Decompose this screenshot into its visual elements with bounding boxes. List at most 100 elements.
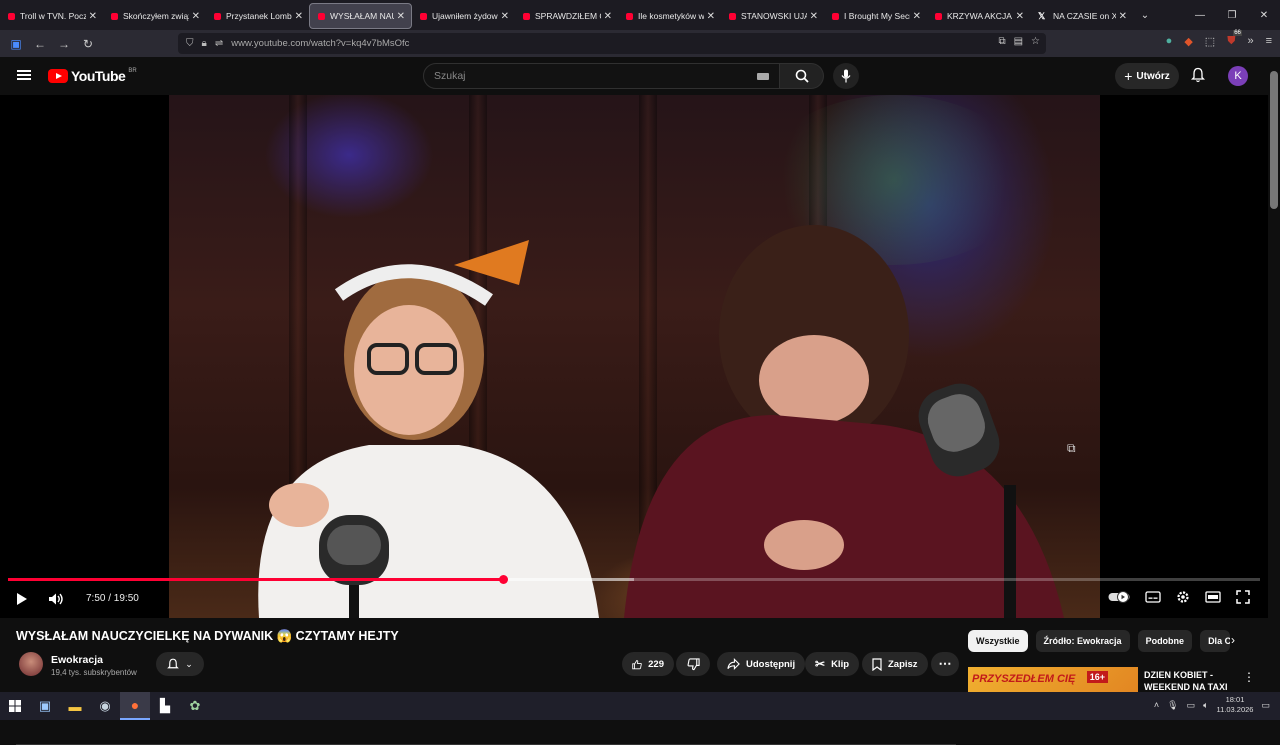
play-icon[interactable] xyxy=(16,592,28,606)
tab-list-dropdown-icon[interactable]: ⌄ xyxy=(1133,10,1157,21)
video-player[interactable]: ⧉ 7:50 / 19:50 xyxy=(0,95,1268,618)
close-tab-icon[interactable]: ✕ xyxy=(192,11,200,22)
picture-in-picture-icon[interactable]: ⧉ xyxy=(998,36,1005,47)
more-actions-button[interactable]: ⋯ xyxy=(931,652,959,676)
lock-icon[interactable]: 🔒︎ xyxy=(202,38,207,49)
steam-icon[interactable]: ◉ xyxy=(90,692,120,720)
browser-tab[interactable]: KRZYWA AKCJA # ✕ xyxy=(927,3,1030,29)
search-input[interactable]: Szukaj xyxy=(423,63,780,89)
browser-tab[interactable]: SPRAWDZIŁEM CZ✕ xyxy=(515,3,618,29)
speaker-icon[interactable]: 🔈︎ xyxy=(1203,700,1208,711)
plus-icon: + xyxy=(1124,68,1133,84)
browser-tab[interactable]: I Brought My Secr ✕ xyxy=(824,3,927,29)
close-tab-icon[interactable]: ✕ xyxy=(89,11,97,22)
theater-mode-icon[interactable] xyxy=(1205,591,1221,603)
browser-tab[interactable]: WYSŁAŁAM NAUC✕ xyxy=(309,3,412,29)
sidebar-toggle-icon[interactable]: ▣ xyxy=(4,37,28,51)
url-text[interactable]: www.youtube.com/watch?v=kq4v7bMsOfc xyxy=(231,38,409,49)
browser-tab[interactable]: STANOWSKI UJAW✕ xyxy=(721,3,824,29)
more-options-icon[interactable]: ⋮ xyxy=(1243,670,1255,684)
fox-extension-icon[interactable]: ◆ xyxy=(1184,35,1192,48)
clock[interactable]: 18:01 11.03.2026 xyxy=(1217,695,1254,715)
browser-tab[interactable]: Skończyłem związ ✕ xyxy=(103,3,206,29)
browser-tab[interactable]: Ujawniłem żydow ✕ xyxy=(412,3,515,29)
page-scrollbar[interactable] xyxy=(1268,57,1280,720)
close-tab-icon[interactable]: ✕ xyxy=(501,11,509,22)
ublock-icon[interactable]: ⛊ 66 xyxy=(1227,30,1242,48)
voice-search-button[interactable] xyxy=(833,63,859,89)
filter-chip[interactable]: Wszystkie xyxy=(968,630,1028,652)
file-explorer-icon[interactable]: ▬ xyxy=(60,692,90,720)
search-placeholder: Szukaj xyxy=(434,70,466,82)
keyboard-icon[interactable] xyxy=(757,73,769,80)
autoplay-toggle[interactable] xyxy=(1108,591,1130,603)
reader-view-icon[interactable]: ▤ xyxy=(1014,36,1023,47)
windows-start-icon[interactable] xyxy=(0,692,30,720)
dislike-button[interactable] xyxy=(676,652,710,676)
close-tab-icon[interactable]: ✕ xyxy=(397,11,405,22)
close-tab-icon[interactable]: ✕ xyxy=(1016,11,1024,22)
x-icon: 𝕏 xyxy=(1038,10,1046,21)
fullscreen-icon[interactable] xyxy=(1236,590,1250,604)
channel-avatar[interactable] xyxy=(19,652,43,676)
vpn-extension-icon[interactable]: ● xyxy=(1166,35,1173,48)
notifications-button[interactable] xyxy=(1190,67,1206,88)
subscribed-bell-button[interactable]: ⌄ xyxy=(156,652,204,676)
browser-tab[interactable]: 𝕏 NA CZASIE on X: '✕ xyxy=(1030,3,1133,29)
filter-chip[interactable]: Podobne xyxy=(1137,630,1193,652)
close-tab-icon[interactable]: ✕ xyxy=(295,11,303,22)
back-button[interactable]: ← xyxy=(28,37,52,51)
close-tab-icon[interactable]: ✕ xyxy=(707,11,715,22)
close-window-button[interactable]: ✕ xyxy=(1248,10,1280,21)
volume-icon[interactable] xyxy=(48,592,64,606)
scrubber-handle[interactable] xyxy=(498,575,508,584)
hamburger-menu-icon[interactable] xyxy=(17,70,31,80)
microphone-icon[interactable]: 🎙︎ xyxy=(1167,700,1178,711)
video-progress-bar[interactable] xyxy=(8,575,1260,584)
notion-icon[interactable]: ▙ xyxy=(150,692,180,720)
shield-icon[interactable]: ⛉ xyxy=(186,38,194,49)
picture-in-picture-icon[interactable]: ⧉ xyxy=(1067,441,1076,456)
app-menu-icon[interactable]: ≡ xyxy=(1266,35,1272,48)
filter-chip[interactable]: Źródło: Ewokracja xyxy=(1035,630,1130,652)
close-tab-icon[interactable]: ✕ xyxy=(913,11,921,22)
notification-center-icon[interactable]: ▭ xyxy=(1261,700,1270,711)
extensions-icon[interactable]: ⬚ xyxy=(1205,35,1215,48)
app-icon[interactable]: ✿ xyxy=(180,692,210,720)
browser-tab[interactable]: Przystanek Lomba ✕ xyxy=(206,3,309,29)
video-frame[interactable] xyxy=(169,95,1100,618)
firefox-icon[interactable]: ● xyxy=(120,692,150,720)
chevron-up-icon[interactable]: ˄ xyxy=(1154,700,1159,710)
address-bar[interactable]: ⛉ 🔒︎ ⇌ www.youtube.com/watch?v=kq4v7bMsO… xyxy=(178,33,1046,54)
close-tab-icon[interactable]: ✕ xyxy=(810,11,818,22)
chevron-right-icon[interactable]: › xyxy=(1231,633,1235,647)
subtitles-icon[interactable] xyxy=(1145,591,1161,603)
recommendation-title[interactable]: DZIEN KOBIET - WEEKEND NA TAXI xyxy=(1144,669,1240,693)
account-avatar[interactable]: K xyxy=(1228,66,1248,86)
filter-chip[interactable]: Dla C xyxy=(1200,630,1231,652)
permissions-icon[interactable]: ⇌ xyxy=(215,38,223,49)
like-button[interactable]: 229 xyxy=(622,652,674,676)
time-display: 7:50 / 19:50 xyxy=(86,593,139,604)
share-button[interactable]: Udostępnij xyxy=(717,652,806,676)
reload-button[interactable]: ↻ xyxy=(76,37,100,51)
forward-button[interactable]: → xyxy=(52,37,76,51)
search-button[interactable] xyxy=(780,63,824,89)
scrollbar-thumb[interactable] xyxy=(1270,71,1278,209)
restore-button[interactable]: ❐ xyxy=(1216,10,1248,21)
browser-tab[interactable]: Troll w TVN. Poczw✕ xyxy=(0,3,103,29)
close-tab-icon[interactable]: ✕ xyxy=(1119,11,1127,22)
screenshot-tool-icon[interactable]: ▣ xyxy=(30,692,60,720)
youtube-logo[interactable]: YouTube BR xyxy=(48,68,137,84)
close-tab-icon[interactable]: ✕ xyxy=(604,11,612,22)
browser-tab[interactable]: Ile kosmetyków w ✕ xyxy=(618,3,721,29)
bookmark-star-icon[interactable]: ☆ xyxy=(1031,36,1040,47)
overflow-menu-icon[interactable]: » xyxy=(1247,35,1253,48)
network-icon[interactable]: ▭ xyxy=(1187,700,1196,711)
create-button[interactable]: + Utwórz xyxy=(1115,63,1179,89)
clip-button[interactable]: ✂ Klip xyxy=(805,652,860,676)
save-button[interactable]: Zapisz xyxy=(862,652,928,676)
settings-gear-icon[interactable] xyxy=(1176,590,1190,604)
channel-name[interactable]: Ewokracja xyxy=(51,654,103,666)
minimize-button[interactable]: — xyxy=(1184,10,1216,21)
